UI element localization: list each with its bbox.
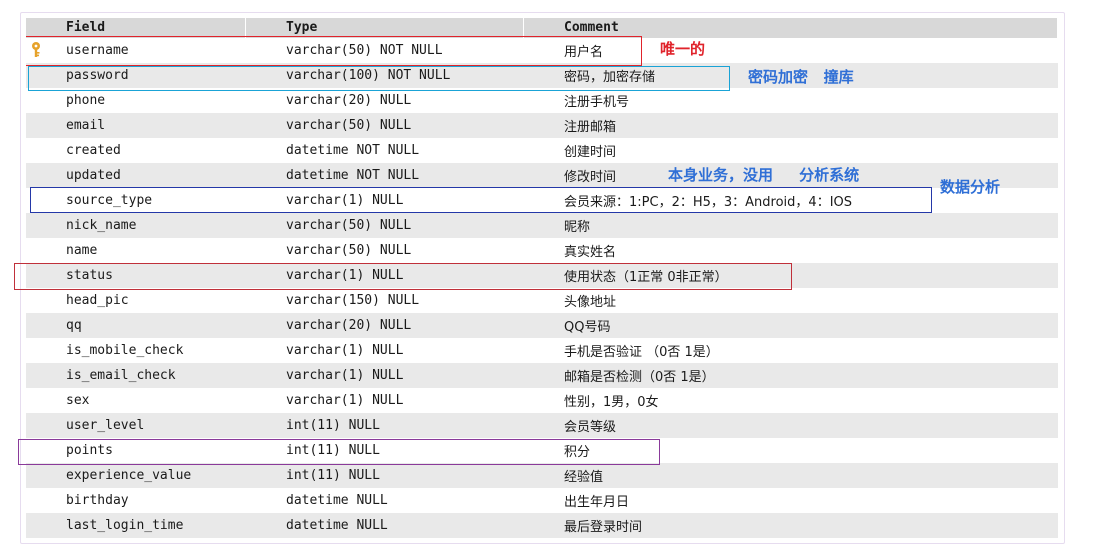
cell-field: nick_name	[66, 218, 137, 233]
table-header: Field Type Comment	[26, 18, 1058, 38]
table-row: sex varchar(1) NULL 性别，1男，0女	[26, 388, 1058, 413]
unique-note: 唯一的	[660, 40, 706, 58]
cell-field: head_pic	[66, 293, 129, 308]
cell-field: user_level	[66, 418, 145, 433]
cell-comment: 经验值	[564, 470, 604, 485]
cell-field: name	[66, 243, 98, 258]
cell-type: datetime NULL	[286, 493, 388, 508]
table-row: birthday datetime NULL 出生年月日	[26, 488, 1058, 513]
table-row: nick_name varchar(50) NULL 昵称	[26, 213, 1058, 238]
source-note-analysis: 数据分析	[940, 178, 1001, 196]
cell-type: varchar(50) NULL	[286, 118, 412, 133]
cell-field: birthday	[66, 493, 129, 508]
password-highlight-box	[28, 66, 730, 91]
header-type: Type	[246, 18, 524, 38]
cell-type: varchar(20) NULL	[286, 318, 412, 333]
cell-type: varchar(20) NULL	[286, 93, 412, 108]
cell-type: varchar(1) NULL	[286, 343, 404, 358]
cell-comment: 注册邮箱	[564, 120, 617, 135]
table-row: last_login_time datetime NULL 最后登录时间	[26, 513, 1058, 538]
cell-type: datetime NOT NULL	[286, 143, 420, 158]
cell-field: created	[66, 143, 121, 158]
table-row: experience_value int(11) NULL 经验值	[26, 463, 1058, 488]
source-type-highlight-box	[30, 187, 932, 213]
table-row: is_email_check varchar(1) NULL 邮箱是否检测（0否 1…	[26, 363, 1058, 388]
cell-type: varchar(1) NULL	[286, 368, 404, 383]
cell-comment: 真实姓名	[564, 245, 617, 260]
cell-comment: 性别，1男，0女	[564, 395, 659, 410]
cell-type: datetime NULL	[286, 518, 388, 533]
cell-comment: 注册手机号	[564, 95, 630, 110]
cell-field: phone	[66, 93, 106, 108]
cell-comment: 头像地址	[564, 295, 617, 310]
points-highlight-box	[18, 439, 660, 465]
cell-field: experience_value	[66, 468, 192, 483]
cell-comment: 会员等级	[564, 420, 617, 435]
status-highlight-box	[14, 263, 792, 290]
table-row: email varchar(50) NULL 注册邮箱	[26, 113, 1058, 138]
cell-comment: 创建时间	[564, 145, 617, 160]
cell-field: updated	[66, 168, 121, 183]
cell-type: varchar(150) NULL	[286, 293, 420, 308]
cell-type: int(11) NULL	[286, 468, 380, 483]
cell-field: email	[66, 118, 106, 133]
unique-highlight-box	[26, 36, 642, 66]
table-row: user_level int(11) NULL 会员等级	[26, 413, 1058, 438]
cell-field: is_mobile_check	[66, 343, 184, 358]
cell-field: is_email_check	[66, 368, 176, 383]
source-note-business: 本身业务，没用 分析系统	[668, 166, 860, 184]
cell-field: sex	[66, 393, 90, 408]
header-field: Field	[26, 18, 246, 38]
table-row: phone varchar(20) NULL 注册手机号	[26, 88, 1058, 113]
cell-type: varchar(50) NULL	[286, 218, 412, 233]
table-row: created datetime NOT NULL 创建时间	[26, 138, 1058, 163]
cell-comment: 出生年月日	[564, 495, 630, 510]
cell-type: varchar(50) NULL	[286, 243, 412, 258]
table-row: qq varchar(20) NULL QQ号码	[26, 313, 1058, 338]
table-row: is_mobile_check varchar(1) NULL 手机是否验证 （0否…	[26, 338, 1058, 363]
table-row: updated datetime NOT NULL 修改时间	[26, 163, 1058, 188]
cell-comment: 昵称	[564, 220, 591, 235]
table-row: name varchar(50) NULL 真实姓名	[26, 238, 1058, 263]
cell-type: varchar(1) NULL	[286, 393, 404, 408]
cell-comment: 最后登录时间	[564, 520, 643, 535]
cell-comment: 邮箱是否检测（0否 1是）	[564, 370, 715, 385]
password-note: 密码加密 撞库	[748, 68, 854, 86]
cell-type: datetime NOT NULL	[286, 168, 420, 183]
table-row: head_pic varchar(150) NULL 头像地址	[26, 288, 1058, 313]
cell-comment: QQ号码	[564, 320, 611, 335]
cell-field: qq	[66, 318, 82, 333]
header-comment: Comment	[524, 18, 1058, 38]
cell-field: last_login_time	[66, 518, 184, 533]
cell-comment: 手机是否验证 （0否 1是）	[564, 345, 719, 360]
cell-type: int(11) NULL	[286, 418, 380, 433]
